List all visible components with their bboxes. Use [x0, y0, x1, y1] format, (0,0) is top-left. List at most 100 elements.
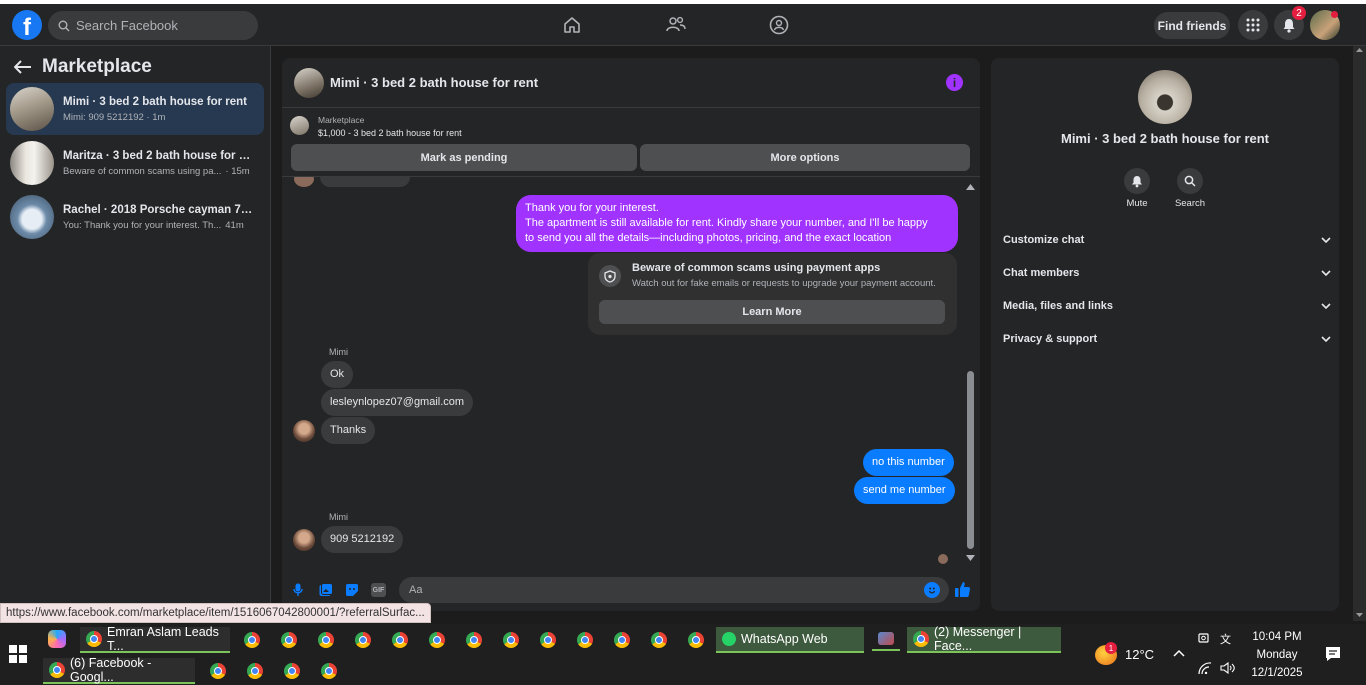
- notification-center-icon[interactable]: [1325, 646, 1341, 662]
- emoji-icon[interactable]: [924, 582, 940, 598]
- copilot-icon[interactable]: [48, 630, 66, 648]
- sticker-icon[interactable]: [345, 583, 359, 597]
- chrome-icon[interactable]: [577, 632, 593, 648]
- chrome-icon[interactable]: [651, 632, 667, 648]
- menu-grid-icon[interactable]: [1238, 10, 1268, 40]
- chrome-icon[interactable]: [614, 632, 630, 648]
- info-icon[interactable]: i: [946, 74, 963, 91]
- chrome-icon[interactable]: [210, 663, 226, 679]
- conversation-item[interactable]: Maritza · 3 bed 2 bath house for re... B…: [6, 137, 264, 189]
- clock-time: 10:04 PM: [1252, 631, 1302, 643]
- message-line: to send you all the details—including ph…: [525, 232, 892, 244]
- chevron-down-icon: [1321, 270, 1331, 276]
- incoming-message: Thanks: [321, 417, 376, 444]
- chat-title[interactable]: Mimi · 3 bed 2 bath house for rent: [330, 75, 538, 90]
- chrome-icon[interactable]: [429, 632, 445, 648]
- windows-start-icon[interactable]: [9, 645, 27, 663]
- taskbar-app-window[interactable]: [872, 629, 900, 651]
- back-arrow-icon[interactable]: [14, 60, 32, 74]
- chat-avatar[interactable]: [294, 68, 324, 98]
- home-icon[interactable]: [561, 14, 583, 36]
- gif-icon[interactable]: GIF: [371, 583, 386, 597]
- camera-icon[interactable]: [1198, 632, 1212, 644]
- conversation-item[interactable]: Mimi · 3 bed 2 bath house for rent Mimi:…: [6, 83, 264, 135]
- chrome-icon[interactable]: [392, 632, 408, 648]
- window-scrollbar[interactable]: [1353, 46, 1366, 621]
- privacy-support-row[interactable]: Privacy & support: [1003, 325, 1331, 353]
- chat-panel: Mimi · 3 bed 2 bath house for rent i Mar…: [282, 58, 980, 611]
- taskbar-chrome-row-2: [210, 663, 337, 679]
- taskbar-messenger-window[interactable]: (2) Messenger | Face...: [907, 625, 1061, 653]
- wifi-icon[interactable]: [1198, 662, 1212, 674]
- chevron-up-icon[interactable]: [1173, 649, 1185, 657]
- conversation-avatar: [10, 141, 54, 185]
- conversation-item[interactable]: Rachel · 2018 Porsche cayman 718 ... You…: [6, 191, 264, 243]
- conversation-title: Maritza · 3 bed 2 bath house for re...: [63, 149, 253, 162]
- incoming-message: 909 5212192: [321, 526, 404, 553]
- scam-warning-title: Beware of common scams using payment app…: [632, 262, 881, 274]
- clock-day: Monday: [1256, 649, 1298, 661]
- mute-label[interactable]: Mute: [1107, 198, 1167, 209]
- mark-as-pending-button[interactable]: Mark as pending: [291, 144, 637, 171]
- sender-avatar: [293, 529, 315, 551]
- sidebar-header: Marketplace: [14, 56, 152, 78]
- search-label[interactable]: Search: [1160, 198, 1220, 209]
- taskbar-whatsapp-window[interactable]: WhatsApp Web: [716, 627, 864, 653]
- message-list: Thank you for your interest. The apartme…: [282, 176, 980, 568]
- chrome-icon[interactable]: [318, 632, 334, 648]
- more-options-button[interactable]: More options: [640, 144, 970, 171]
- thumbs-up-icon[interactable]: [954, 581, 971, 598]
- taskbar-window-title: WhatsApp Web: [741, 632, 828, 646]
- volume-icon[interactable]: [1220, 662, 1236, 674]
- photo-icon[interactable]: [319, 583, 333, 597]
- outgoing-message: send me number: [854, 477, 955, 504]
- facebook-logo[interactable]: f: [12, 10, 42, 41]
- incoming-message: Ok: [321, 361, 354, 388]
- section-label: Chat members: [1003, 267, 1080, 279]
- listing-title[interactable]: $1,000 - 3 bed 2 bath house for rent: [318, 128, 462, 138]
- taskbar-window-title: (2) Messenger | Face...: [934, 625, 1022, 653]
- details-avatar[interactable]: [1138, 70, 1192, 124]
- chrome-icon[interactable]: [284, 663, 300, 679]
- taskbar-facebook-window[interactable]: (6) Facebook - Googl...: [43, 656, 195, 684]
- sender-avatar: [293, 420, 315, 442]
- shield-icon: [599, 265, 621, 287]
- chrome-icon[interactable]: [503, 632, 519, 648]
- marketplace-label: Marketplace: [318, 115, 365, 125]
- taskbar-clock[interactable]: 10:04 PM Monday 12/1/2025: [1244, 628, 1310, 682]
- clock-date: 12/1/2025: [1251, 667, 1303, 679]
- search-conversation-icon[interactable]: [1177, 168, 1203, 194]
- microphone-icon[interactable]: [293, 583, 303, 597]
- conversation-preview: Beware of common scams using pa...: [63, 165, 222, 177]
- whatsapp-icon: [722, 632, 736, 646]
- account-alert-dot: [1331, 11, 1338, 18]
- media-files-links-row[interactable]: Media, files and links: [1003, 292, 1331, 320]
- customize-chat-row[interactable]: Customize chat: [1003, 226, 1331, 254]
- message-input[interactable]: Aa: [399, 577, 949, 603]
- chevron-down-icon: [1321, 303, 1331, 309]
- chrome-icon[interactable]: [244, 632, 260, 648]
- find-friends-button[interactable]: Find friends: [1154, 12, 1230, 39]
- conversation-details-panel: Mimi · 3 bed 2 bath house for rent Mute …: [991, 58, 1339, 611]
- message-scrollbar[interactable]: [964, 177, 977, 568]
- search-input[interactable]: Search Facebook: [48, 11, 258, 40]
- message-line: Thank you for your interest.: [525, 202, 659, 214]
- chrome-icon[interactable]: [355, 632, 371, 648]
- chat-members-row[interactable]: Chat members: [1003, 259, 1331, 287]
- chrome-icon[interactable]: [247, 663, 263, 679]
- language-icon[interactable]: 文: [1220, 631, 1231, 647]
- learn-more-button[interactable]: Learn More: [599, 300, 945, 324]
- friends-icon[interactable]: [665, 14, 687, 36]
- groups-icon[interactable]: [768, 14, 790, 36]
- chrome-icon[interactable]: [321, 663, 337, 679]
- mute-bell-icon[interactable]: [1124, 168, 1150, 194]
- chrome-icon[interactable]: [466, 632, 482, 648]
- weather-temperature[interactable]: 12°C: [1125, 647, 1154, 662]
- sender-avatar: [294, 177, 314, 187]
- chrome-icon[interactable]: [281, 632, 297, 648]
- chrome-icon[interactable]: [540, 632, 556, 648]
- conversation-title: Rachel · 2018 Porsche cayman 718 ...: [63, 203, 253, 216]
- scam-warning-text: Watch out for fake emails or requests to…: [632, 278, 936, 289]
- chrome-icon[interactable]: [688, 632, 704, 648]
- taskbar-chrome-window[interactable]: Emran Aslam Leads T...: [80, 625, 230, 653]
